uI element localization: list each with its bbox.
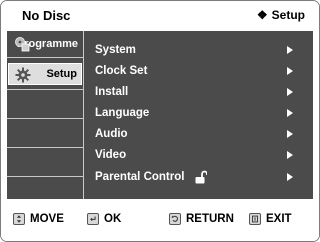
arrow-right-icon xyxy=(287,88,293,96)
setup-icon: ❖ xyxy=(256,8,268,22)
menu-item-label: Video xyxy=(95,149,127,161)
move-hint: MOVE xyxy=(13,213,64,225)
tab-setup-label: Setup xyxy=(46,68,77,80)
current-menu-title: ❖ Setup xyxy=(257,8,305,22)
menu-item-label: Language xyxy=(95,107,150,119)
arrow-right-icon xyxy=(287,109,293,117)
arrow-right-icon xyxy=(287,46,293,54)
tab-setup[interactable]: Setup xyxy=(8,63,82,85)
menu-item-system[interactable]: System xyxy=(95,40,303,60)
menu-item-install[interactable]: Install xyxy=(95,82,303,102)
arrow-right-icon xyxy=(287,67,293,75)
sidebar-row xyxy=(7,118,83,148)
menu-item-video[interactable]: Video xyxy=(95,145,303,165)
return-hint: RETURN xyxy=(169,213,234,225)
menu-item-audio[interactable]: Audio xyxy=(95,124,303,144)
menu-item-clock-set[interactable]: Clock Set xyxy=(95,61,303,81)
arrow-right-icon xyxy=(287,151,293,159)
current-menu-label: Setup xyxy=(271,8,305,22)
sidebar: Programme Setup xyxy=(7,31,84,199)
ok-label: OK xyxy=(104,213,122,225)
arrow-right-icon xyxy=(287,173,293,181)
ok-hint: OK xyxy=(87,213,121,225)
tab-programme[interactable]: Programme xyxy=(8,33,82,55)
exit-icon xyxy=(249,213,261,225)
menu-item-label: Install xyxy=(95,86,129,98)
menu-item-label: Audio xyxy=(95,128,128,140)
enter-key-icon xyxy=(87,213,99,225)
exit-hint: EXIT xyxy=(249,213,292,225)
arrow-right-icon xyxy=(287,130,293,138)
return-arrow-icon xyxy=(169,213,181,225)
menu-item-parental-control[interactable]: Parental Control xyxy=(95,167,303,187)
menu-panel: Programme Setup System Clock Set Install… xyxy=(7,31,313,199)
setup-menu-screen: No Disc ❖ Setup Programme Setup System C… xyxy=(0,0,320,242)
sidebar-row xyxy=(7,89,83,119)
setup-gear-icon xyxy=(15,67,31,83)
sidebar-row xyxy=(7,147,83,177)
move-label: MOVE xyxy=(30,213,64,225)
programme-icon xyxy=(15,37,30,52)
return-label: RETURN xyxy=(186,213,234,225)
menu-item-label: System xyxy=(95,44,136,56)
disc-status: No Disc xyxy=(22,8,71,23)
menu-item-label: Clock Set xyxy=(95,65,148,77)
unlocked-padlock-icon xyxy=(195,170,207,184)
bottom-hint-bar: MOVE OK RETURN EXIT xyxy=(1,201,319,241)
exit-label: EXIT xyxy=(266,213,292,225)
top-status-bar: No Disc ❖ Setup xyxy=(1,1,319,31)
move-arrows-icon xyxy=(13,213,25,225)
menu-item-language[interactable]: Language xyxy=(95,103,303,123)
menu-item-label: Parental Control xyxy=(95,171,185,183)
